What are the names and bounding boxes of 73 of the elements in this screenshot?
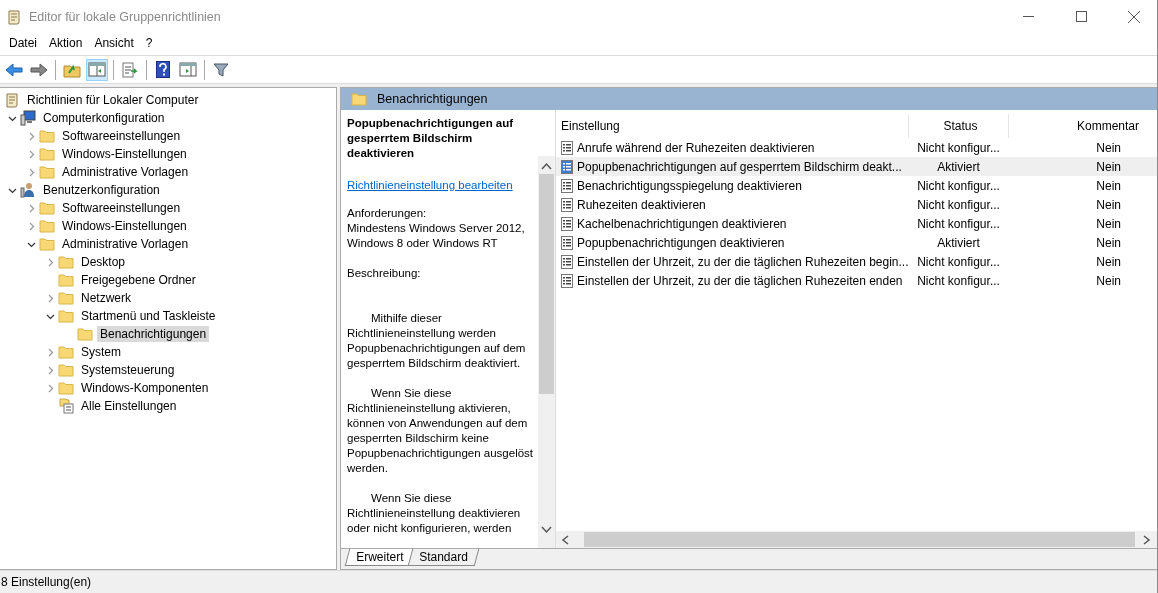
tree-item[interactable]: Desktop (78, 254, 129, 270)
menu-item[interactable]: ? (139, 36, 159, 50)
document-icon (561, 178, 573, 193)
tree-item[interactable]: System (78, 344, 124, 360)
tree-item[interactable]: Windows-Komponenten (78, 380, 212, 396)
document-icon (561, 216, 573, 231)
tree-item[interactable]: Windows-Einstellungen (59, 146, 190, 162)
description-paragraph: Beschreibung: (347, 266, 422, 281)
scroll-icon (6, 8, 22, 25)
folder-icon (58, 381, 74, 395)
table-cell: Nein (1008, 157, 1157, 176)
document-icon (561, 140, 573, 155)
description-paragraph: Wenn Sie diese Richtlinieneinstellung deaktivieren oder nicht konfigurieren, werden (347, 491, 522, 536)
settings-list-icon (58, 398, 74, 414)
document-icon (561, 254, 573, 269)
folder-icon (39, 165, 55, 179)
tree-item[interactable]: Benachrichtigungen (97, 326, 210, 342)
table-cell[interactable]: Popupbenachrichtigungen auf gesperrtem Bildschirm deakt... (556, 157, 909, 176)
close-icon[interactable] (1128, 10, 1140, 23)
tree-item[interactable]: Freigegebene Ordner (78, 272, 199, 288)
folder-icon (58, 309, 74, 323)
document-icon (561, 197, 573, 212)
tree-item[interactable]: Windows-Einstellungen (59, 218, 190, 234)
folder-icon (58, 345, 74, 359)
folder-icon (39, 147, 55, 161)
folder-icon (39, 129, 55, 143)
maximize-icon[interactable] (1075, 11, 1087, 22)
computer-icon (20, 110, 36, 126)
document-icon (561, 273, 573, 288)
tree-item[interactable]: Richtlinien für Lokaler Computer (24, 92, 202, 108)
tree-item[interactable]: Benutzerkonfiguration (40, 182, 163, 198)
user-icon (20, 182, 36, 198)
column-header[interactable]: Kommentar (1008, 114, 1157, 138)
tree-item[interactable]: Computerkonfiguration (40, 110, 168, 126)
menu-item[interactable]: Datei (3, 36, 43, 50)
edit-policy-link[interactable]: Richtlinieneinstellung bearbeiten (347, 179, 513, 191)
minimize-icon[interactable] (1022, 16, 1034, 17)
tab[interactable]: Erweitert (344, 549, 415, 566)
status-text: 8 Einstellung(en) (0, 575, 92, 589)
folder-icon (39, 237, 55, 251)
menu-item[interactable]: Ansicht (88, 36, 140, 50)
folder-icon (58, 291, 74, 305)
description-paragraph: Anforderungen: Mindestens Windows Server 2012, Windows 8 oder Windows RT (347, 206, 526, 251)
tree-item[interactable]: Softwareeinstellungen (59, 200, 184, 216)
folder-icon (58, 363, 74, 377)
tab[interactable]: Standard (408, 549, 480, 566)
tree-item[interactable]: Startmenü und Taskleiste (78, 308, 219, 324)
tree-item[interactable]: Alle Einstellungen (78, 398, 180, 414)
tree-item[interactable]: Netzwerk (78, 290, 134, 306)
folder-icon (58, 273, 74, 287)
tree-item[interactable]: Administrative Vorlagen (59, 164, 192, 180)
scroll-down-icon[interactable] (541, 526, 552, 534)
folder-icon (39, 219, 55, 233)
table-cell: Aktiviert (908, 157, 1009, 176)
tree-item[interactable]: Administrative Vorlagen (59, 236, 192, 252)
horizontal-scrollbar[interactable] (556, 531, 1157, 548)
folder-icon (39, 201, 55, 215)
vertical-scrollbar[interactable] (538, 156, 555, 548)
header-title: Benachrichtigungen (377, 92, 488, 106)
tree-item[interactable]: Softwareeinstellungen (59, 128, 184, 144)
tree-item[interactable]: Systemsteuerung (78, 362, 178, 378)
menu-item[interactable]: Aktion (43, 36, 89, 50)
description-paragraph: Mithilfe dieser Richtlinieneinstellung werden Popupbenachrichtigungen auf dem gesperrtem Bildschirm deaktiviert. (347, 311, 527, 371)
policy-title: Popupbenachrichtigungen auf gesperrtem Bildschirm deaktivieren (347, 116, 515, 161)
document-icon (561, 235, 573, 250)
window-title: Editor für lokale Gruppenrichtlinien (29, 9, 222, 24)
folder-icon (58, 255, 74, 269)
folder-icon (77, 327, 93, 341)
highlighted-document-icon (561, 159, 573, 174)
scroll-up-icon[interactable] (541, 162, 552, 170)
folder-icon (351, 92, 367, 106)
scroll-icon (4, 92, 20, 108)
description-paragraph: Wenn Sie diese Richtlinieneinstellung aktivieren, können von Anwendungen auf dem gesperrten Bildschirm keine Popupbenachrichtigungen ausgelöst werden. (347, 386, 535, 476)
